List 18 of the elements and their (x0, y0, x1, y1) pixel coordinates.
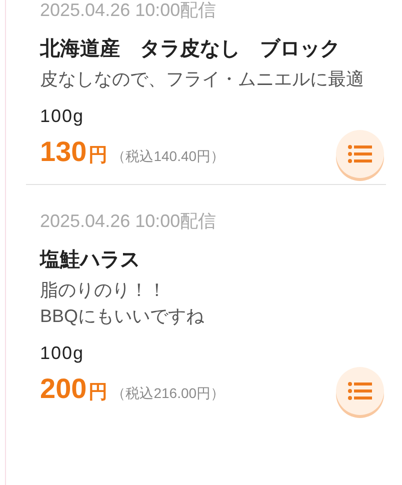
price: 130 (40, 134, 87, 168)
delivery-date: 2025.04.26 10:00配信 (40, 0, 218, 21)
menu-button[interactable] (336, 367, 384, 415)
product-title: 塩鮭ハラス (40, 248, 141, 273)
menu-button[interactable] (336, 130, 384, 178)
currency: 円 (88, 144, 108, 168)
product-description: 脂のりのり！！ BBQにもいいですね (40, 279, 206, 328)
tax-included-price: （税込140.40円） (112, 146, 225, 166)
delivery-date: 2025.04.26 10:00配信 (40, 210, 218, 232)
price: 200 (40, 372, 87, 406)
list-icon (348, 145, 372, 163)
quantity: 100g (40, 105, 86, 128)
quantity: 100g (40, 342, 86, 365)
list-icon (348, 382, 372, 400)
product-title: 北海道産 タラ皮なし ブロック (40, 36, 341, 62)
tax-included-price: （税込216.00円） (112, 384, 225, 402)
product-description: 皮なしなので、フライ・ムニエルに最適 (40, 68, 365, 91)
currency: 円 (88, 380, 108, 404)
